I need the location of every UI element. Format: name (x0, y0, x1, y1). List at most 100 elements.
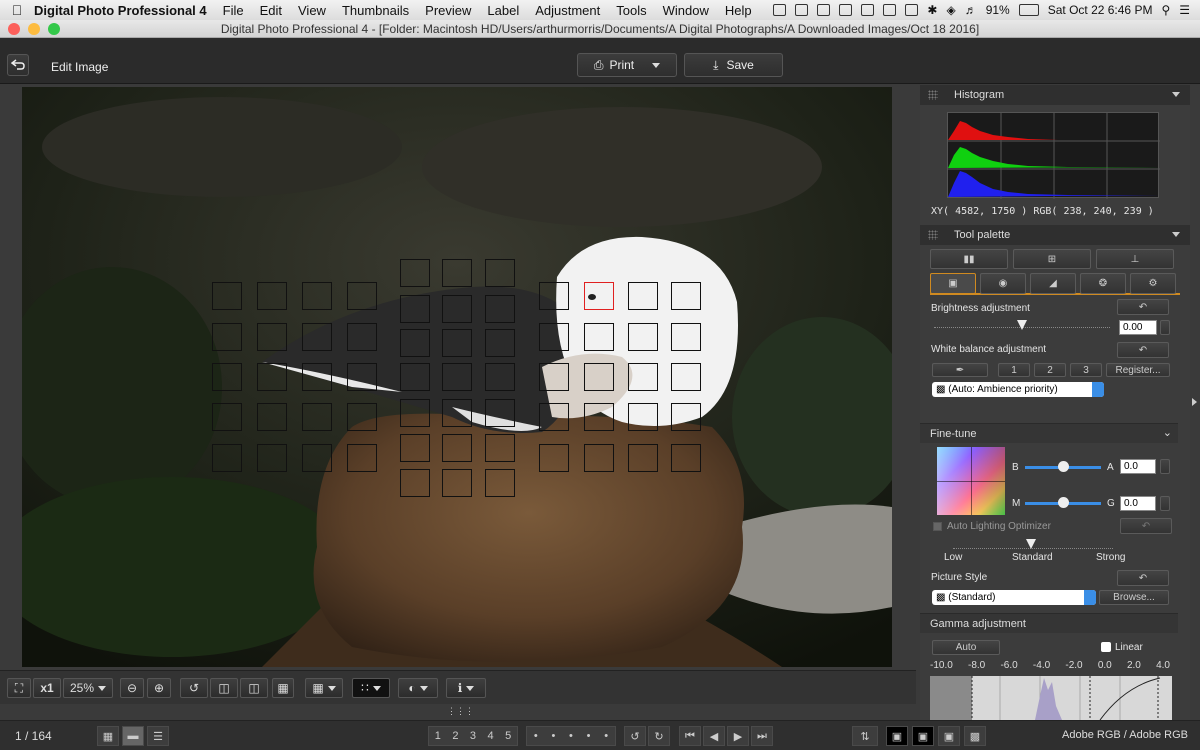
first-image-button[interactable]: ⏮ (679, 726, 701, 746)
grip-icon[interactable] (928, 230, 938, 240)
single-view-button[interactable]: ▬ (122, 726, 144, 746)
highlight-warning-button[interactable]: ◐ (398, 678, 438, 698)
volume-icon[interactable]: ♬ (965, 3, 977, 17)
status-icon[interactable] (883, 4, 897, 16)
zoom-button[interactable] (48, 23, 60, 35)
clock[interactable]: Sat Oct 22 6:46 PM (1048, 3, 1153, 17)
rating-2[interactable]: 2 (452, 730, 458, 742)
zoom-out-button[interactable]: ⊖ (120, 678, 144, 698)
fit-window-button[interactable]: ⛶ (7, 678, 31, 698)
grid-view-button[interactable]: ▦ (97, 726, 119, 746)
label-dot[interactable]: • (569, 730, 573, 742)
adjust-tool-button[interactable]: ▮▮ (930, 249, 1008, 269)
label-dot[interactable]: • (587, 730, 591, 742)
af-point-button[interactable]: ∷ (352, 678, 390, 698)
label-dot[interactable]: • (534, 730, 538, 742)
rating-4[interactable]: 4 (488, 730, 494, 742)
alo-checkbox[interactable] (933, 522, 942, 531)
panel-view-3-button[interactable]: ▣ (938, 726, 960, 746)
grid-toggle-button[interactable]: ▦ (272, 678, 294, 698)
rotate-left-button[interactable]: ↺ (180, 678, 208, 698)
b-slider-thumb[interactable] (1058, 461, 1069, 472)
wifi-icon[interactable]: ◈ (946, 3, 955, 17)
status-icon[interactable] (905, 4, 919, 16)
menu-adjustment[interactable]: Adjustment (535, 3, 600, 18)
label-dot[interactable]: • (551, 730, 555, 742)
wb-preset-3[interactable]: 3 (1070, 363, 1102, 377)
chevron-down-icon[interactable] (1172, 92, 1180, 97)
gamma-header[interactable]: Gamma adjustment (920, 613, 1178, 633)
prev-image-button[interactable]: ◀ (703, 726, 725, 746)
label-dot[interactable]: • (604, 730, 608, 742)
back-button[interactable] (7, 54, 29, 76)
print-button[interactable]: ⎙ Print (577, 53, 677, 77)
brightness-slider-thumb[interactable] (1017, 320, 1027, 330)
bluetooth-icon[interactable]: ✱ (927, 3, 937, 17)
thumbnail-strip-toggle[interactable]: ⋮⋮⋮ (447, 706, 474, 716)
panel-view-1-button[interactable]: ▣ (886, 726, 908, 746)
save-button[interactable]: ⤓ Save (684, 53, 783, 77)
chevron-down-icon[interactable]: ⌄ (1163, 426, 1172, 439)
a-value[interactable]: 0.0 (1120, 459, 1156, 474)
browse-button[interactable]: Browse... (1099, 590, 1169, 605)
crop-tool-button[interactable]: ⊞ (1013, 249, 1091, 269)
status-icon[interactable] (861, 4, 875, 16)
menu-tools[interactable]: Tools (616, 3, 646, 18)
gamma-graph[interactable] (930, 676, 1172, 720)
menu-view[interactable]: View (298, 3, 326, 18)
info-button[interactable]: ℹ (446, 678, 486, 698)
brightness-stepper[interactable] (1160, 320, 1170, 335)
menu-window[interactable]: Window (663, 3, 709, 18)
gamma-auto-button[interactable]: Auto (932, 640, 1000, 655)
menu-label[interactable]: Label (487, 3, 519, 18)
photo-canvas[interactable] (22, 87, 892, 667)
rotate-right-button[interactable]: ↻ (648, 726, 670, 746)
menu-list-icon[interactable]: ☰ (1179, 3, 1190, 17)
zoom-select[interactable]: 25% (63, 678, 113, 698)
ps-reset-button[interactable]: ↶ (1117, 570, 1169, 586)
a-stepper[interactable] (1160, 459, 1170, 474)
rotate-left-button[interactable]: ↺ (624, 726, 646, 746)
close-button[interactable] (8, 23, 20, 35)
sort-button[interactable]: ⇅ (852, 726, 878, 746)
menu-file[interactable]: File (223, 3, 244, 18)
wb-picker-button[interactable]: ✒ (932, 363, 988, 377)
menu-thumbnails[interactable]: Thumbnails (342, 3, 409, 18)
color-grid[interactable] (937, 447, 1005, 515)
grid-overlay-button[interactable]: ▦ (305, 678, 343, 698)
next-image-button[interactable]: ▶ (727, 726, 749, 746)
wb-preset-2[interactable]: 2 (1034, 363, 1066, 377)
rating-1[interactable]: 1 (435, 730, 441, 742)
list-view-button[interactable]: ☰ (147, 726, 169, 746)
panel-view-2-button[interactable]: ▣ (912, 726, 934, 746)
zoom-100-button[interactable]: x1 (33, 678, 61, 698)
battery-icon[interactable] (1018, 4, 1039, 16)
stamp-tool-button[interactable]: ⊥ (1096, 249, 1174, 269)
wb-mode-select[interactable]: ▩ (Auto: Ambience priority) (932, 382, 1104, 397)
tab-settings[interactable]: ⚙ (1130, 273, 1176, 294)
app-menu[interactable]: Digital Photo Professional 4 (34, 3, 207, 18)
chevron-down-icon[interactable] (1172, 232, 1180, 237)
camera-view-button[interactable]: ▩ (964, 726, 986, 746)
zoom-in-button[interactable]: ⊕ (147, 678, 171, 698)
menu-help[interactable]: Help (725, 3, 752, 18)
tool-palette-header[interactable]: Tool palette (920, 225, 1190, 245)
wb-reset-button[interactable]: ↶ (1117, 342, 1169, 358)
linear-checkbox[interactable] (1101, 642, 1111, 652)
rating-3[interactable]: 3 (470, 730, 476, 742)
g-stepper[interactable] (1160, 496, 1170, 511)
panel-expand-arrow[interactable] (1192, 398, 1197, 406)
compare-button[interactable]: ◫ (210, 678, 238, 698)
wb-preset-1[interactable]: 1 (998, 363, 1030, 377)
menu-preview[interactable]: Preview (425, 3, 471, 18)
rating-5[interactable]: 5 (505, 730, 511, 742)
histogram-header[interactable]: Histogram (920, 85, 1190, 105)
status-icon[interactable] (839, 4, 853, 16)
status-icon[interactable] (817, 4, 831, 16)
tab-basic[interactable]: ▣ (930, 273, 976, 294)
status-icon[interactable] (795, 4, 809, 16)
m-slider-thumb[interactable] (1058, 497, 1069, 508)
fine-tune-header[interactable]: Fine-tune ⌄ (920, 423, 1178, 443)
search-icon[interactable]: ⚲ (1161, 3, 1170, 17)
wb-register-button[interactable]: Register... (1106, 363, 1170, 377)
